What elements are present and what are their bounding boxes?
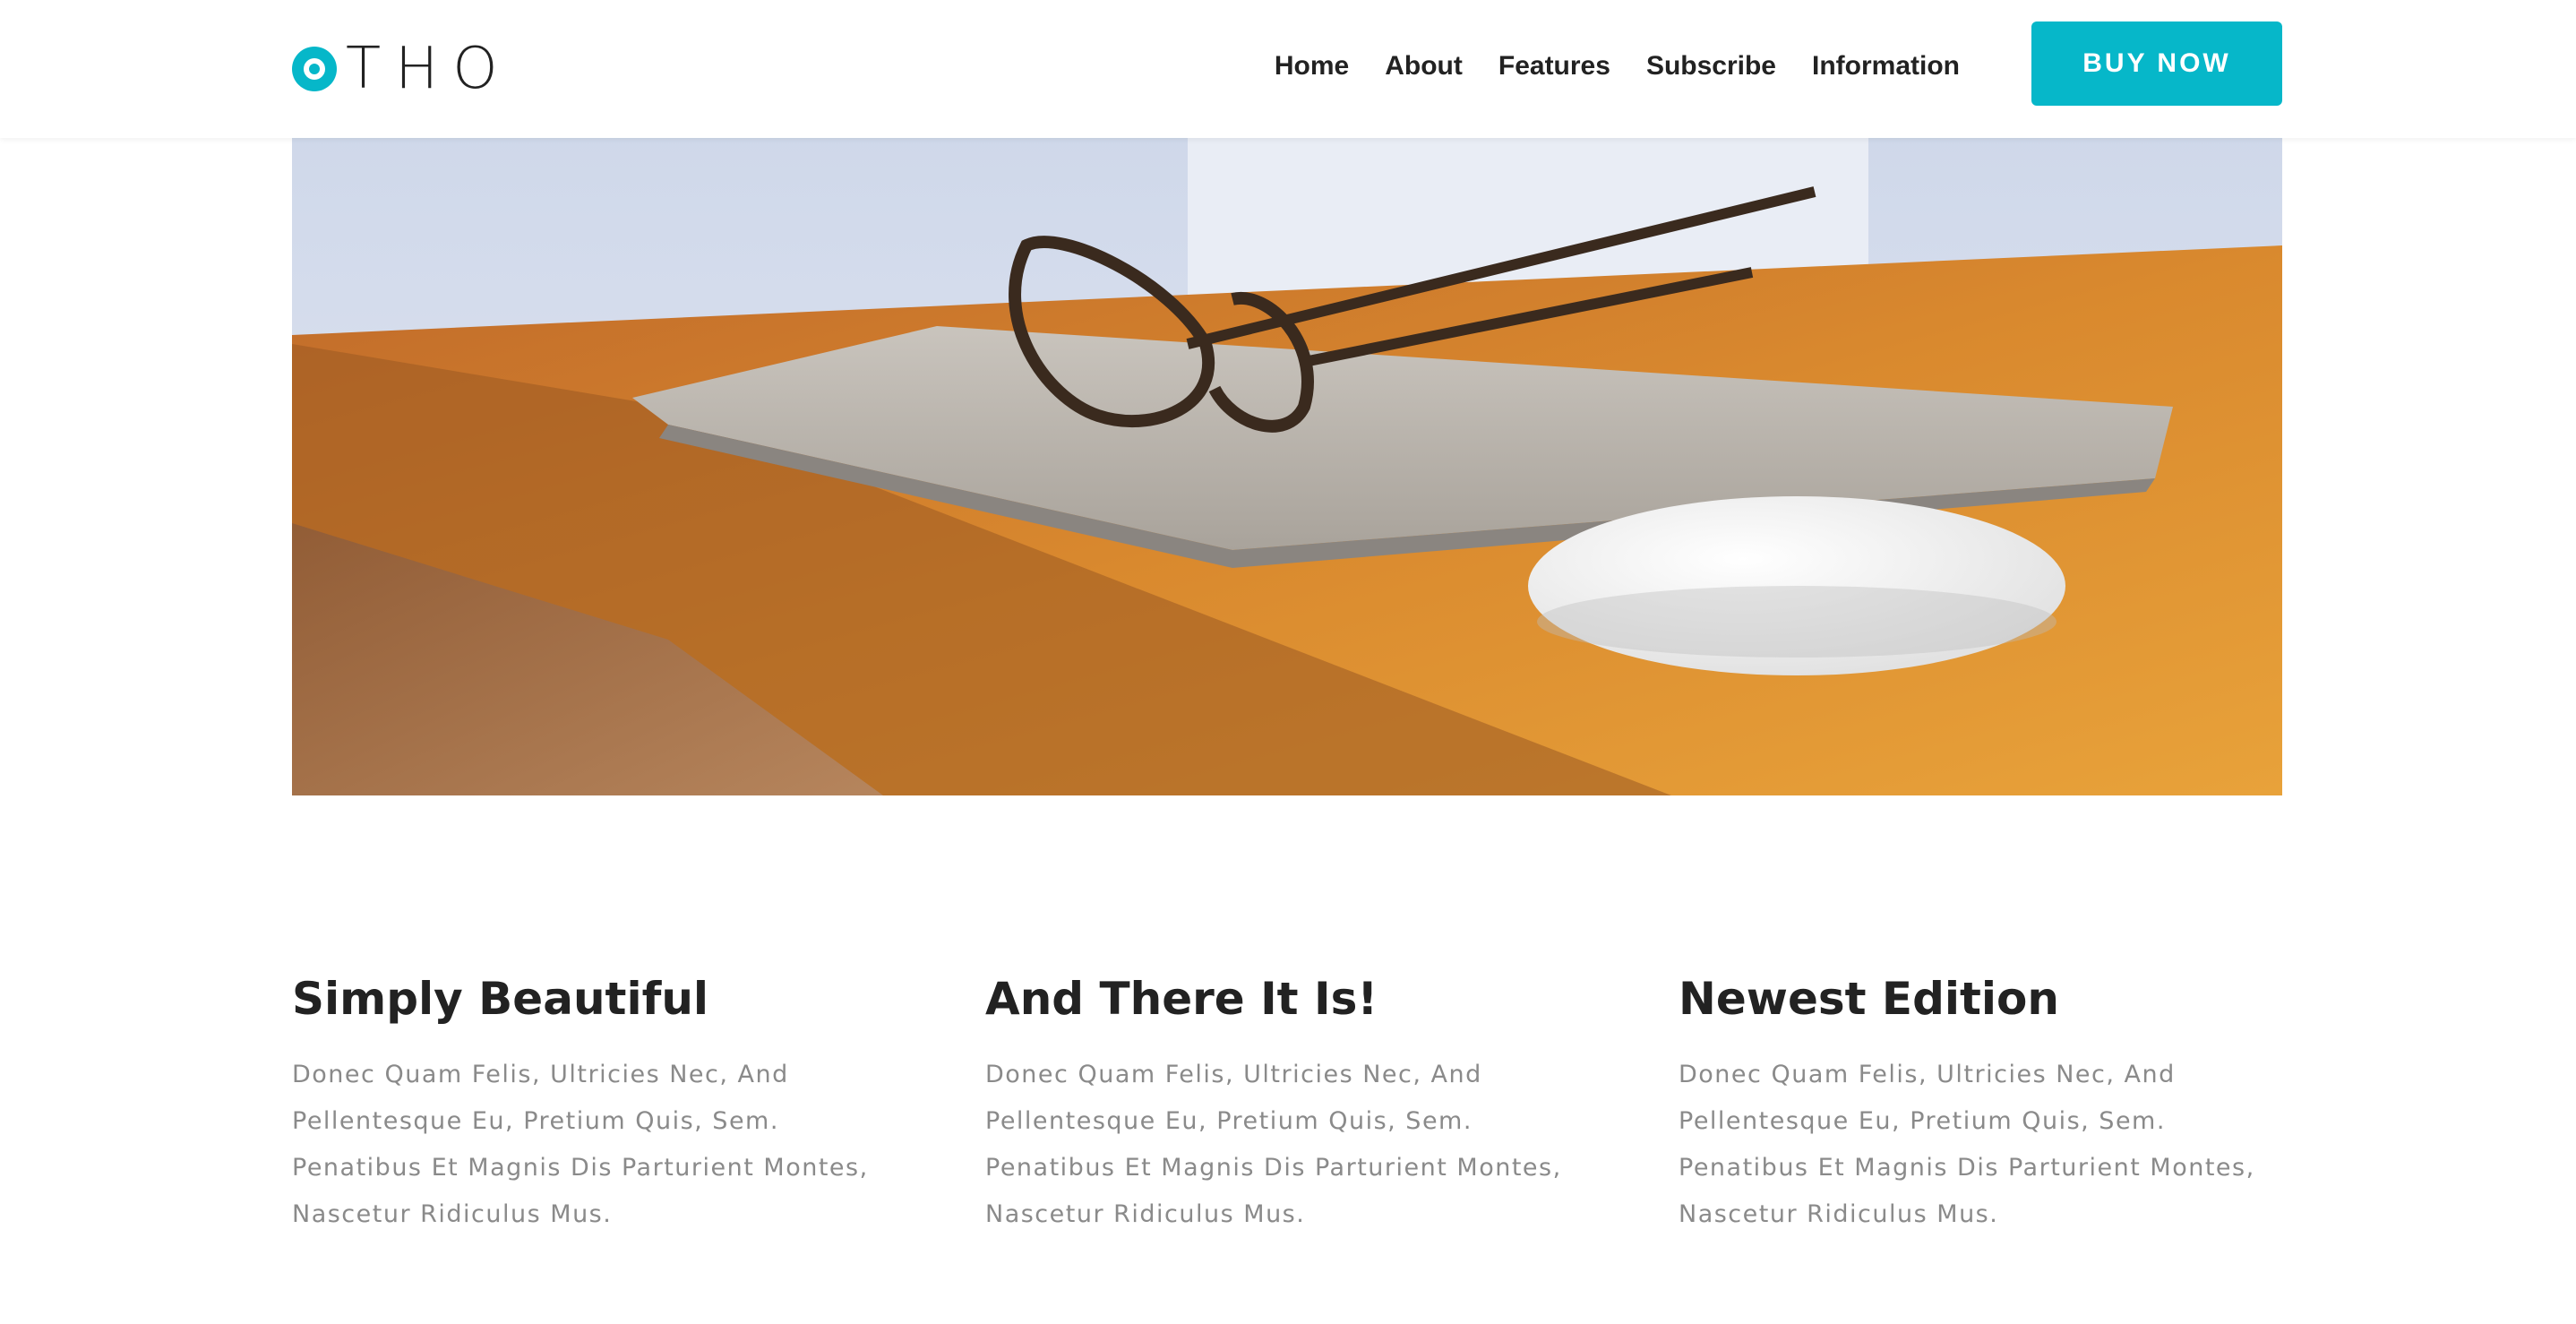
feature-text: Donec Quam Felis, Ultricies Nec, And Pel…: [292, 1061, 869, 1228]
feature-text: Donec Quam Felis, Ultricies Nec, And Pel…: [985, 1061, 1562, 1228]
feature-title: Newest Edition: [1679, 973, 2059, 1025]
nav-item-features[interactable]: Features: [1498, 45, 1610, 88]
ring-o-icon: [292, 47, 337, 91]
hero-image: [292, 138, 2282, 795]
site-header: THO Home About Features Subscribe Inform…: [0, 0, 2576, 138]
buy-now-button[interactable]: BUY NOW: [2031, 21, 2282, 106]
feature-title: And There It Is!: [985, 973, 1378, 1025]
logo-text: THO: [346, 36, 512, 102]
feature-text: Donec Quam Felis, Ultricies Nec, And Pel…: [1679, 1061, 2255, 1228]
logo[interactable]: THO: [292, 39, 512, 99]
nav-item-about[interactable]: About: [1385, 45, 1463, 88]
nav-item-home[interactable]: Home: [1275, 45, 1349, 88]
feature-card: And There It Is! Donec Quam Felis, Ultri…: [985, 959, 1589, 1238]
nav-item-subscribe[interactable]: Subscribe: [1646, 45, 1776, 88]
feature-card: Simply Beautiful Donec Quam Felis, Ultri…: [292, 959, 896, 1238]
feature-title: Simply Beautiful: [292, 973, 709, 1025]
hero-photo: [292, 138, 2282, 795]
nav-item-information[interactable]: Information: [1812, 45, 1960, 88]
feature-card: Newest Edition Donec Quam Felis, Ultrici…: [1679, 959, 2282, 1238]
features-section: Simply Beautiful Donec Quam Felis, Ultri…: [292, 959, 2282, 1238]
main-nav: Home About Features Subscribe Informatio…: [1275, 45, 1960, 88]
